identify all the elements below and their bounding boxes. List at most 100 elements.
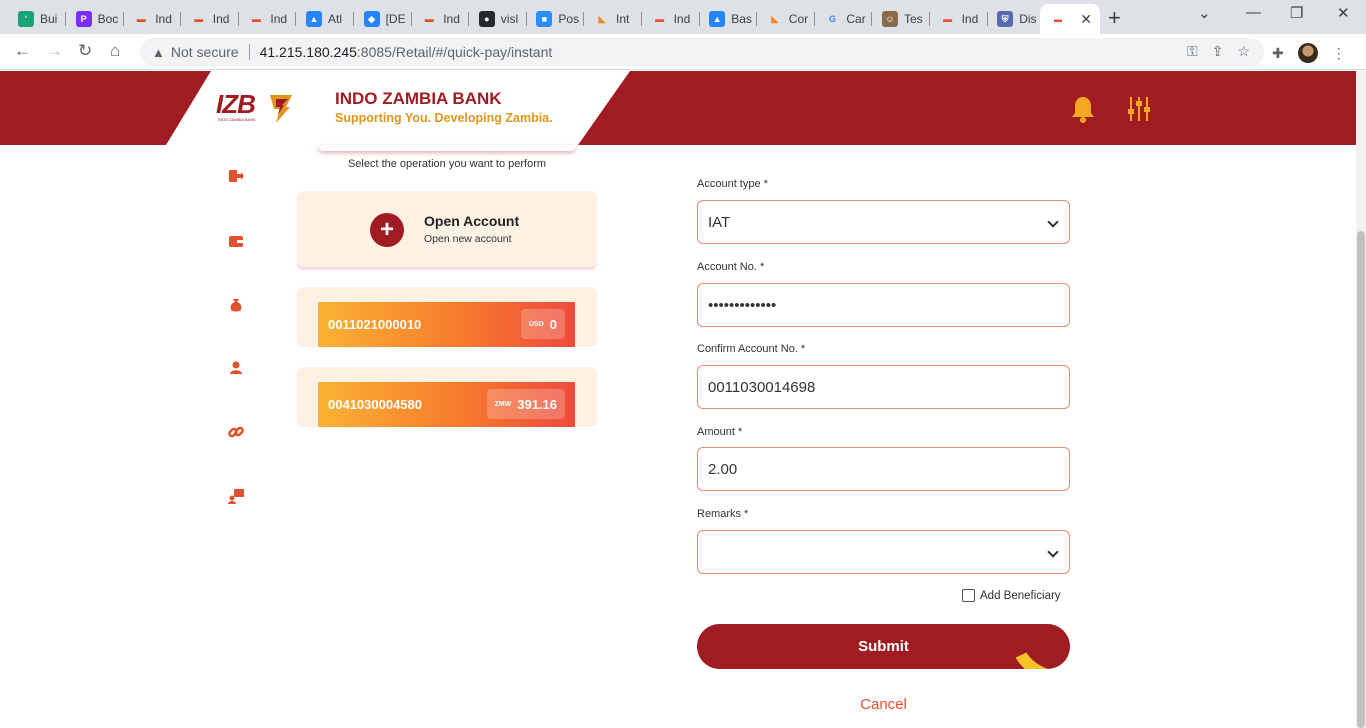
- back-icon[interactable]: ←: [14, 41, 31, 61]
- button-decoration: [1000, 624, 1070, 669]
- browser-tab[interactable]: ▲ Bas: [699, 4, 758, 34]
- amount-label: Amount *: [697, 426, 743, 438]
- izb-icon: ▬: [251, 14, 261, 24]
- page-scrollbar[interactable]: [1356, 71, 1366, 728]
- confirm-account-no-label: Confirm Account No. *: [697, 343, 806, 355]
- browser-tab[interactable]: ◣ Int: [584, 4, 642, 34]
- warning-icon: ▲: [152, 44, 165, 60]
- atlassian-icon: ▲: [709, 11, 726, 27]
- browser-tab[interactable]: ● visl: [469, 4, 527, 34]
- url-input[interactable]: ▲ Not secure 41.215.180.245 :8085/Retail…: [140, 38, 1264, 66]
- cancel-button[interactable]: Cancel: [697, 696, 1070, 713]
- avatar[interactable]: [1297, 43, 1318, 63]
- confirm-account-no-input[interactable]: 0011030014698: [697, 365, 1070, 409]
- beneficiary-icon[interactable]: [228, 360, 244, 376]
- account-card[interactable]: 0011021000010 USD 0: [297, 287, 597, 347]
- wallet-icon[interactable]: [228, 233, 244, 249]
- url-host: 41.215.180.245: [259, 44, 357, 60]
- share-icon[interactable]: ⇪: [1212, 43, 1224, 60]
- logo-text: IZB: [216, 89, 256, 119]
- open-account-card[interactable]: + Open Account Open new account: [297, 191, 597, 267]
- key-icon[interactable]: ⚿: [1187, 43, 1198, 60]
- browser-tab[interactable]: P Boc: [66, 4, 124, 34]
- person-icon: ☺: [882, 11, 898, 27]
- bank-tagline: Supporting You. Developing Zambia.: [335, 111, 553, 125]
- forward-icon[interactable]: →: [46, 41, 63, 61]
- browser-tab[interactable]: ◣ Cor: [757, 4, 815, 34]
- account-no-input[interactable]: •••••••••••••: [697, 283, 1070, 327]
- account-balance-badge: USD 0: [520, 309, 565, 339]
- submit-label: Submit: [858, 638, 909, 655]
- home-icon[interactable]: ⌂: [110, 41, 120, 61]
- extensions-icon[interactable]: ✚: [1272, 45, 1284, 62]
- browser-tab[interactable]: ▬ Ind: [411, 4, 470, 34]
- browser-tab[interactable]: ▬ Ind: [181, 4, 239, 34]
- izb-icon: ▬: [943, 14, 953, 24]
- settings-sliders-icon[interactable]: [1127, 95, 1151, 123]
- tab-title: Ind: [270, 12, 288, 26]
- browser-tab[interactable]: ■ Pos: [526, 4, 585, 34]
- tab-title: Car: [846, 12, 866, 26]
- tab-active[interactable]: ▬ ✕: [1040, 4, 1100, 34]
- remarks-select[interactable]: [697, 530, 1070, 574]
- account-card-body: 0011021000010 USD 0: [318, 302, 575, 347]
- address-bar-row: ← → ↻ ⌂ ▲ Not secure 41.215.180.245 :808…: [0, 34, 1366, 70]
- browser-tab[interactable]: ▬ Ind: [642, 4, 700, 34]
- atlassian-icon: ▲: [306, 11, 322, 27]
- reload-icon[interactable]: ↻: [78, 41, 92, 61]
- scrollbar-thumb[interactable]: [1357, 231, 1365, 728]
- close-window-icon[interactable]: ✕: [1337, 4, 1350, 22]
- tab-title: Ind: [673, 12, 691, 26]
- browser-tab[interactable]: ▬ Ind: [238, 4, 297, 34]
- site-header: IZB INDO ZAMBIA BANK INDO ZAMBIA BANK Su…: [0, 71, 1356, 145]
- star-icon[interactable]: ☆: [1237, 43, 1250, 60]
- browser-tab[interactable]: ▬ Ind: [123, 4, 182, 34]
- shield-icon: ⛨: [997, 11, 1014, 27]
- izb-icon: ▬: [136, 14, 146, 24]
- account-currency: USD: [528, 320, 544, 328]
- github-icon: ●: [478, 11, 495, 27]
- link-icon[interactable]: [228, 424, 244, 440]
- izb-icon: ▬: [655, 14, 665, 24]
- transfer-icon[interactable]: [228, 168, 244, 184]
- tab-title: visl: [500, 12, 519, 26]
- browser-tab[interactable]: ⛨ Dis: [987, 4, 1046, 34]
- add-beneficiary-option[interactable]: Add Beneficiary: [962, 589, 1061, 602]
- account-balance-badge: ZMW 391.16: [486, 389, 565, 419]
- bank-logo[interactable]: IZB INDO ZAMBIA BANK: [216, 89, 300, 129]
- support-chat-icon[interactable]: [228, 488, 244, 504]
- minimize-icon[interactable]: —: [1246, 4, 1261, 21]
- notification-bell-icon[interactable]: [1070, 95, 1096, 123]
- menu-icon[interactable]: ⋮: [1332, 45, 1346, 62]
- tab-title: Bui: [40, 12, 58, 26]
- tab-search-chevron-icon[interactable]: ⌄: [1198, 4, 1211, 22]
- security-status: Not secure: [170, 44, 239, 60]
- amount-input[interactable]: 2.00: [697, 447, 1070, 491]
- submit-button[interactable]: Submit: [697, 624, 1070, 669]
- browser-tab[interactable]: ◆ [DE: [354, 4, 412, 34]
- close-tab-icon[interactable]: ✕: [1080, 11, 1092, 28]
- browser-tab[interactable]: ▬ Ind: [930, 4, 988, 34]
- metamask-icon: ◣: [598, 13, 606, 24]
- open-account-title: Open Account: [424, 213, 520, 229]
- new-tab-icon[interactable]: +: [1108, 5, 1121, 31]
- tab-title: Dis: [1019, 12, 1037, 26]
- tab-title: Boc: [97, 12, 119, 26]
- browser-tab[interactable]: ▲ Atl: [296, 4, 354, 34]
- money-bag-icon[interactable]: [228, 297, 244, 313]
- restore-icon[interactable]: ❐: [1290, 4, 1303, 22]
- browser-tab[interactable]: G Car: [814, 4, 873, 34]
- account-type-select[interactable]: IAT: [697, 200, 1070, 244]
- tab-title: Atl: [328, 12, 343, 26]
- tab-title: [DE: [385, 12, 406, 26]
- plus-icon: +: [370, 213, 404, 247]
- browser-tab[interactable]: ʻ Bui: [8, 4, 66, 34]
- izb-icon: ▬: [194, 14, 204, 24]
- browser-tab[interactable]: ☺ Tes: [872, 4, 930, 34]
- google-icon: G: [828, 14, 836, 24]
- zoom-icon: ■: [536, 11, 553, 27]
- account-type-label: Account type *: [697, 178, 768, 190]
- metamask-icon: ◣: [771, 13, 779, 24]
- account-card[interactable]: 0041030004580 ZMW 391.16: [297, 367, 597, 427]
- add-beneficiary-checkbox[interactable]: [962, 589, 975, 602]
